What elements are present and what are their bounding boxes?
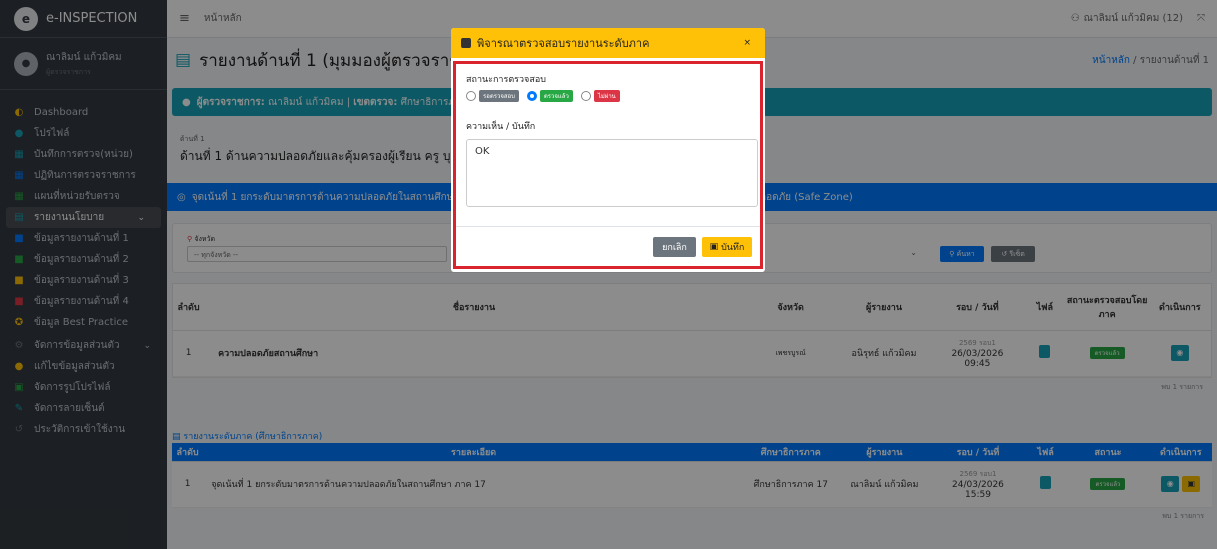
status-radio-group: รอตรวจสอบ ตรวจแล้ว ไม่ผ่าน xyxy=(466,90,628,102)
review-modal: พิจารณาตรวจสอบรายงานระดับภาค × สถานะการต… xyxy=(451,28,765,272)
status-option-badge[interactable]: ตรวจแล้ว xyxy=(539,90,573,102)
status-radio[interactable] xyxy=(466,91,476,101)
note-label: ความเห็น / บันทึก xyxy=(466,122,536,132)
note-textarea[interactable]: OK xyxy=(466,139,758,207)
close-icon[interactable]: × xyxy=(743,38,751,48)
modal-header: พิจารณาตรวจสอบรายงานระดับภาค × xyxy=(451,28,765,58)
save-icon: ▣ xyxy=(709,242,719,252)
status-option-badge[interactable]: ไม่ผ่าน xyxy=(593,90,620,102)
modal-title: พิจารณาตรวจสอบรายงานระดับภาค xyxy=(477,37,650,50)
status-option-badge[interactable]: รอตรวจสอบ xyxy=(479,90,519,102)
status-radio[interactable] xyxy=(526,91,537,101)
status-label: สถานะการตรวจสอบ xyxy=(466,75,546,85)
save-button[interactable]: ▣ บันทึก xyxy=(702,237,752,257)
modal-body: สถานะการตรวจสอบ รอตรวจสอบ ตรวจแล้ว ไม่ผ่าน… xyxy=(453,61,763,269)
status-radio[interactable] xyxy=(580,91,591,101)
checklist-icon xyxy=(461,38,471,48)
modal-divider xyxy=(456,226,760,227)
cancel-button[interactable]: ยกเลิก xyxy=(653,237,696,257)
save-label: บันทึก xyxy=(721,243,745,253)
